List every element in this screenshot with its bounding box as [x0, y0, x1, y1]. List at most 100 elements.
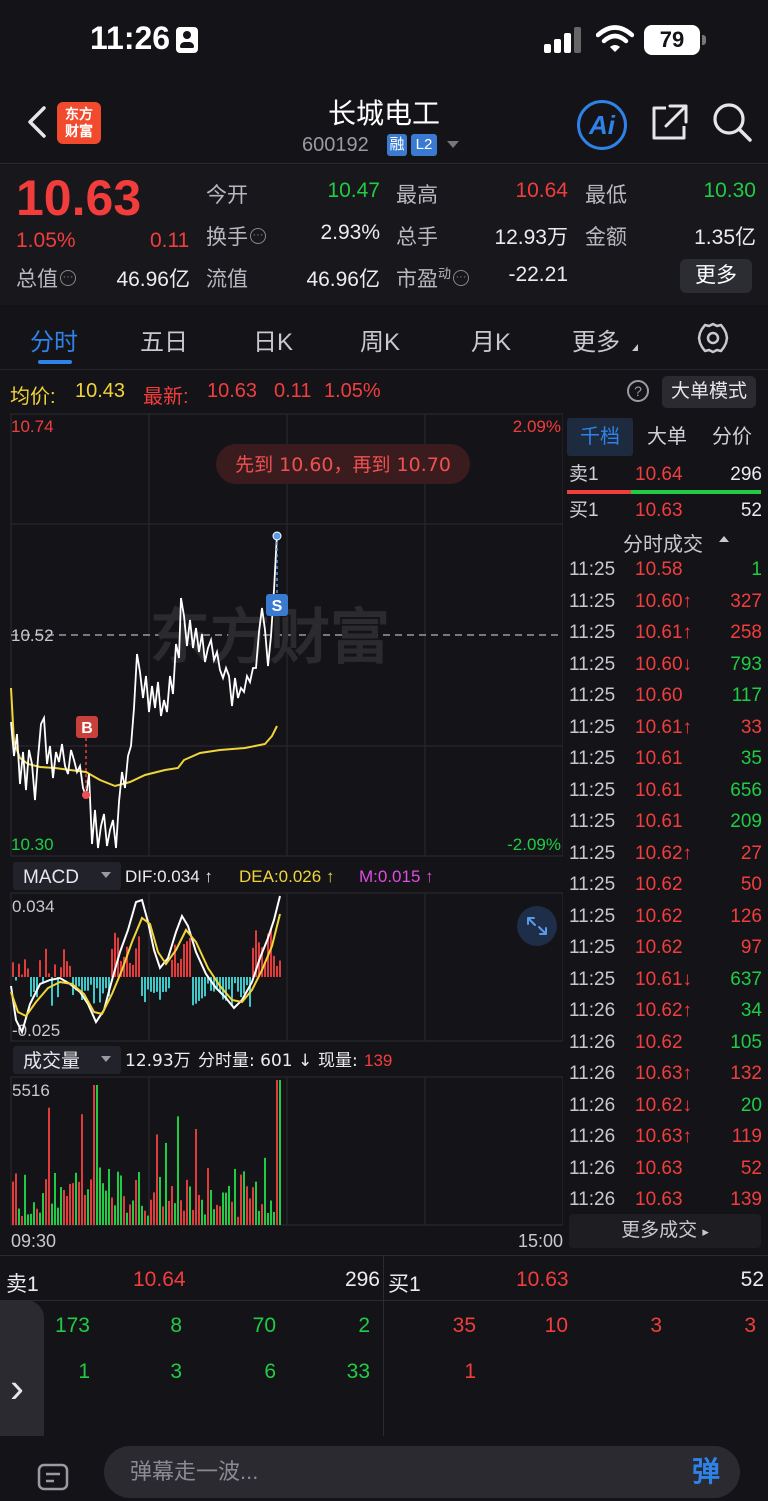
- volume-bar: [15, 1173, 17, 1225]
- volume-header: 成交量 12.93万 分时量: 601 ↓ 现量: 139: [13, 1046, 392, 1074]
- latest-change-value: 0.11: [274, 380, 312, 402]
- sell-marker[interactable]: S: [266, 536, 288, 616]
- eastmoney-logo[interactable]: 东方 财富: [57, 102, 101, 144]
- order-queues: 173 8 70 2 1 3 6 33 35 10 3 3 1: [0, 1256, 768, 1436]
- more-quote-button[interactable]: 更多: [680, 259, 752, 293]
- macd-bar: [144, 977, 146, 1003]
- turnover-info-icon[interactable]: ···: [250, 228, 266, 244]
- tab-weekly-k[interactable]: 周K: [360, 322, 400, 357]
- tick-price: 10.63: [635, 1189, 683, 1210]
- macd-bar: [246, 977, 248, 986]
- tick-row: 11:25 10.61↓ 637: [563, 964, 768, 995]
- expand-chart-button[interactable]: [517, 906, 557, 946]
- tick-time: 11:25: [569, 842, 616, 864]
- volume-bar: [207, 1168, 209, 1225]
- help-icon[interactable]: ?: [627, 380, 649, 402]
- big-order-mode-button[interactable]: 大单模式: [662, 376, 756, 408]
- volume-bar: [237, 1216, 239, 1225]
- macd-header: MACD DIF:0.034 ↑ DEA:0.026 ↑ M:0.015 ↑: [13, 862, 434, 890]
- turnover-label-text: 换手: [206, 226, 248, 249]
- macd-bar: [135, 948, 137, 977]
- price-axis-mid: 10.52: [11, 626, 54, 645]
- volume-bar: [78, 1181, 80, 1225]
- tab-more[interactable]: 更多: [572, 322, 620, 357]
- message-list-icon[interactable]: [36, 1462, 72, 1494]
- volume-bar: [273, 1211, 275, 1225]
- tick-price: 10.63↑: [635, 1063, 693, 1084]
- tick-price: 10.61: [635, 811, 683, 832]
- macd-axis-bottom: -0.025: [12, 1021, 60, 1040]
- tick-row: 11:25 10.60↑ 327: [563, 586, 768, 617]
- tab-price-distribution[interactable]: 分价: [701, 418, 763, 456]
- macd-bar: [231, 977, 233, 1006]
- stock-switch-caret-icon[interactable]: [447, 141, 459, 148]
- tick-row: 11:26 10.62↓ 20: [563, 1090, 768, 1121]
- tick-price: 10.60↓: [635, 653, 693, 675]
- tick-time: 11:25: [569, 968, 616, 990]
- buy-marker-label: B: [81, 720, 93, 737]
- turnover-value: 2.93%: [320, 221, 380, 244]
- tick-row: 11:26 10.63↑ 132: [563, 1058, 768, 1089]
- volume-total: 12.93万: [125, 1051, 191, 1071]
- tab-five-day[interactable]: 五日: [140, 322, 188, 357]
- macd-bar: [234, 977, 236, 984]
- market-cap-info-icon[interactable]: ···: [60, 270, 76, 286]
- quote-panel: 10.63 1.05% 0.11 今开 10.47 最高 10.64 最低 10…: [0, 165, 768, 305]
- tick-time: 11:25: [569, 905, 616, 927]
- macd-bar: [132, 964, 134, 977]
- share-icon[interactable]: [648, 102, 690, 144]
- tick-time: 11:26: [569, 1126, 616, 1147]
- macd-bar: [159, 977, 161, 1000]
- macd-indicator-label: MACD: [23, 867, 79, 888]
- sell-queue-item: 70: [252, 1314, 276, 1337]
- ticks-title[interactable]: 分时成交: [623, 528, 703, 557]
- more-ticks-button[interactable]: 更多成交 ▸: [569, 1214, 761, 1248]
- avg-price-value: 10.43: [75, 380, 126, 402]
- tab-monthly-k[interactable]: 月K: [471, 322, 511, 357]
- tick-price: 10.61: [635, 748, 683, 769]
- volume-bar: [18, 1208, 20, 1225]
- back-arrow-icon[interactable]: [20, 102, 56, 142]
- ask-bid-ratio-green: [631, 490, 761, 494]
- volume-bar: [102, 1183, 104, 1225]
- ai-assistant-button[interactable]: Ai: [577, 100, 627, 150]
- volume-bar: [249, 1198, 251, 1225]
- gear-icon[interactable]: [696, 321, 730, 355]
- search-icon[interactable]: [710, 100, 754, 144]
- pe-label[interactable]: 市盈动 ···: [396, 263, 470, 293]
- tab-thousand-levels[interactable]: 千档: [567, 418, 633, 456]
- target-price-banner[interactable]: 先到 10.60，再到 10.70: [216, 444, 470, 484]
- pct-axis-top: 2.09%: [513, 417, 561, 436]
- macd-bar: [171, 959, 173, 977]
- tick-row: 11:25 10.61 35: [563, 743, 768, 774]
- volume-bar: [147, 1215, 149, 1225]
- tab-daily-k[interactable]: 日K: [253, 322, 293, 357]
- tick-time: 11:26: [569, 1094, 616, 1116]
- buy-queue-item: 10: [544, 1314, 568, 1337]
- volume-bar: [45, 1179, 47, 1225]
- tick-price: 10.61↑: [635, 622, 693, 643]
- tick-volume: 27: [740, 842, 762, 864]
- volume-bar: [231, 1201, 233, 1225]
- turnover-label[interactable]: 换手 ···: [206, 221, 266, 251]
- pe-info-icon[interactable]: ···: [453, 270, 470, 286]
- macd-bar: [18, 963, 20, 977]
- volume-bar: [60, 1186, 62, 1225]
- tab-big-orders[interactable]: 大单: [637, 418, 697, 456]
- tab-intraday[interactable]: 分时: [30, 322, 78, 357]
- volume-bar: [225, 1192, 227, 1225]
- latest-price-value: 10.63: [207, 380, 258, 402]
- intraday-chart[interactable]: 东方财富 10.74 10.52 10.30 2.09% -2.09% 先到 1…: [0, 412, 563, 1254]
- tick-price: 10.60↑: [635, 590, 693, 612]
- macd-bar: [129, 962, 131, 977]
- status-time: 11:26: [90, 20, 171, 56]
- tick-price: 10.61↑: [635, 716, 693, 738]
- danmu-toggle-button[interactable]: 弹: [680, 1448, 732, 1496]
- market-cap-label[interactable]: 总值 ···: [16, 263, 76, 293]
- sell-queue-item: 33: [346, 1360, 370, 1383]
- tick-price: 10.62: [635, 905, 683, 927]
- macd-bar: [273, 955, 275, 977]
- danmu-input[interactable]: 弹幕走一波...: [104, 1446, 740, 1498]
- open-label: 今开: [206, 184, 248, 207]
- tick-time: 11:25: [569, 937, 616, 958]
